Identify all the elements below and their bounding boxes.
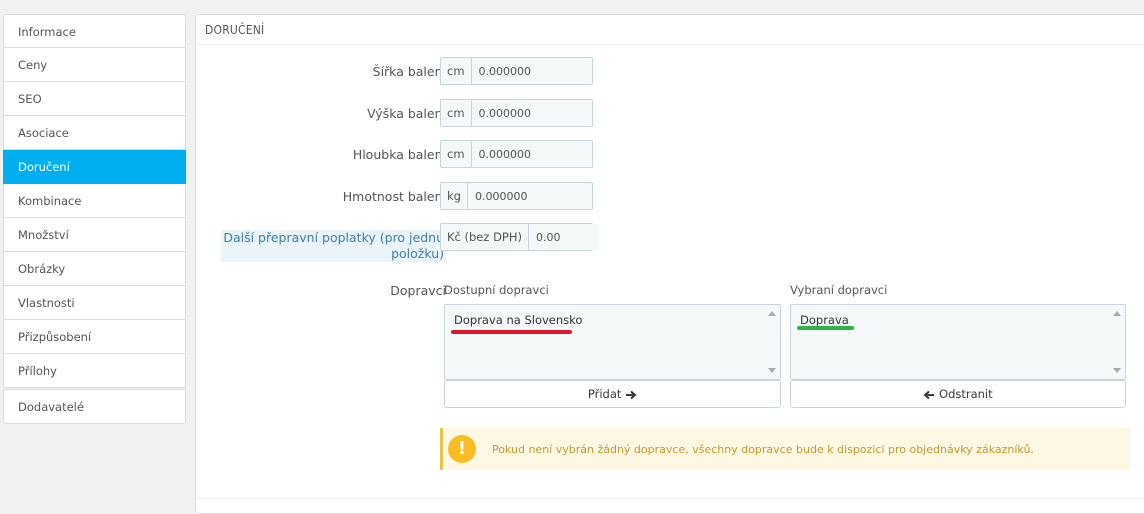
- available-carriers-title: Dostupní dopravci: [444, 283, 549, 297]
- depth-unit: cm: [441, 141, 472, 167]
- available-carriers-list[interactable]: Doprava na Slovensko: [444, 304, 781, 380]
- sidebar-item-vlastnosti[interactable]: Vlastnosti: [3, 286, 186, 320]
- sidebar-item-seo[interactable]: SEO: [3, 82, 186, 116]
- extra-fee-input[interactable]: [529, 224, 599, 250]
- width-input[interactable]: [471, 58, 592, 84]
- green-underline: [797, 326, 854, 330]
- sidebar-item-obrazky[interactable]: Obrázky: [3, 252, 186, 286]
- height-label: Výška balení: [367, 106, 446, 121]
- scroll-up-icon[interactable]: [1113, 311, 1121, 316]
- selected-carrier-option[interactable]: Doprava: [800, 313, 849, 327]
- extra-fee-unit: Kč (bez DPH): [441, 224, 529, 250]
- remove-carrier-label: Odstranit: [939, 387, 993, 401]
- width-label: Šířka balení: [372, 64, 446, 79]
- sidebar-item-kombinace[interactable]: Kombinace: [3, 184, 186, 218]
- sidebar-item-prizpusobeni[interactable]: Přizpůsobení: [3, 320, 186, 354]
- selected-carriers-title: Vybraní dopravci: [790, 283, 888, 297]
- available-list-scrollbar[interactable]: [764, 305, 780, 379]
- remove-carrier-button[interactable]: Odstranit: [790, 380, 1126, 408]
- extra-fee-label-line2: položku): [391, 246, 444, 261]
- selected-carriers-list[interactable]: Doprava: [790, 304, 1126, 380]
- sidebar-item-informace[interactable]: Informace: [3, 14, 186, 48]
- extra-fee-label: Další přepravní poplatky (pro jednu polo…: [221, 230, 446, 262]
- sidebar-item-dodavatele[interactable]: Dodavatelé: [3, 389, 186, 424]
- depth-input-group: cm: [440, 140, 593, 168]
- weight-label: Hmotnost balení: [342, 189, 446, 204]
- scroll-down-icon[interactable]: [1113, 368, 1121, 373]
- width-input-group: cm: [440, 57, 593, 85]
- depth-label: Hloubka balení: [352, 147, 446, 162]
- add-carrier-label: Přidat: [587, 387, 622, 401]
- sidebar-item-asociace[interactable]: Asociace: [3, 116, 186, 150]
- width-unit: cm: [441, 58, 472, 84]
- warning-icon: !: [448, 435, 476, 463]
- extra-fee-input-group: Kč (bez DPH): [440, 223, 599, 251]
- weight-input[interactable]: [467, 183, 590, 209]
- sidebar-item-mnozstvi[interactable]: Množství: [3, 218, 186, 252]
- weight-unit: kg: [441, 183, 468, 209]
- weight-input-group: kg: [440, 182, 593, 210]
- sidebar-nav: Informace Ceny SEO Asociace Doručení Kom…: [3, 14, 186, 424]
- height-input-group: cm: [440, 99, 593, 127]
- arrow-right-icon: [626, 390, 637, 399]
- sidebar-item-ceny[interactable]: Ceny: [3, 48, 186, 82]
- sidebar-item-doruceni[interactable]: Doručení: [3, 150, 186, 184]
- height-input[interactable]: [471, 100, 592, 126]
- available-carrier-option[interactable]: Doprava na Slovensko: [454, 313, 582, 327]
- height-unit: cm: [441, 100, 472, 126]
- arrow-left-icon: [923, 390, 935, 399]
- selected-list-scrollbar[interactable]: [1109, 305, 1125, 379]
- scroll-up-icon[interactable]: [768, 311, 776, 316]
- depth-input[interactable]: [471, 141, 592, 167]
- scroll-down-icon[interactable]: [768, 368, 776, 373]
- shipping-panel: DORUČENÍ Šířka balení cm Výška balení cm…: [195, 14, 1144, 514]
- panel-title: DORUČENÍ: [196, 15, 1144, 45]
- carriers-label: Dopravci: [390, 283, 446, 298]
- extra-fee-label-line1: Další přepravní poplatky (pro jednu: [223, 230, 444, 245]
- panel-footer-divider: [196, 498, 1144, 499]
- warning-text: Pokud není vybrán žádný dopravce, všechn…: [492, 442, 1034, 456]
- no-carrier-warning: ! Pokud není vybrán žádný dopravce, všec…: [440, 428, 1130, 470]
- sidebar-item-prilohy[interactable]: Přílohy: [3, 354, 186, 388]
- add-carrier-button[interactable]: Přidat: [444, 380, 781, 408]
- red-underline: [451, 330, 572, 334]
